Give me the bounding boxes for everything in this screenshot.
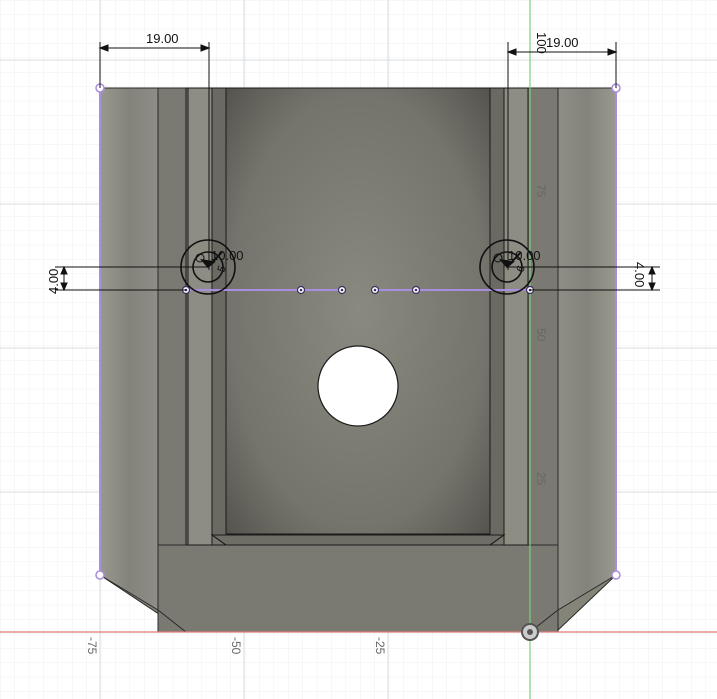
y-tick-label: 50: [534, 328, 548, 342]
center-hole[interactable]: [317, 345, 399, 427]
sketch-point: [611, 570, 621, 580]
dim-text-top-left[interactable]: 19.00: [146, 31, 179, 46]
dim-text-vertical-100[interactable]: 100: [534, 32, 549, 54]
origin-icon[interactable]: [521, 623, 539, 641]
y-tick-label: 75: [534, 184, 548, 198]
dim-text-top-right[interactable]: 19.00: [546, 35, 579, 50]
y-tick-label: 25: [534, 472, 548, 486]
sketch-viewport[interactable]: 19.00 19.00 100 4.00 4.00 10.00 10.00 5 …: [0, 0, 717, 699]
dim-text-left-circle[interactable]: 10.00: [211, 248, 244, 263]
dim-text-right-circle[interactable]: 10.00: [508, 248, 541, 263]
x-tick-label: -50: [229, 637, 243, 655]
sketch-point: [95, 570, 105, 580]
dim-text-right-offset[interactable]: 4.00: [632, 262, 647, 287]
dim-text-left-offset[interactable]: 4.00: [46, 269, 61, 294]
x-tick-label: -25: [373, 637, 387, 655]
x-tick-label: -75: [85, 637, 99, 655]
